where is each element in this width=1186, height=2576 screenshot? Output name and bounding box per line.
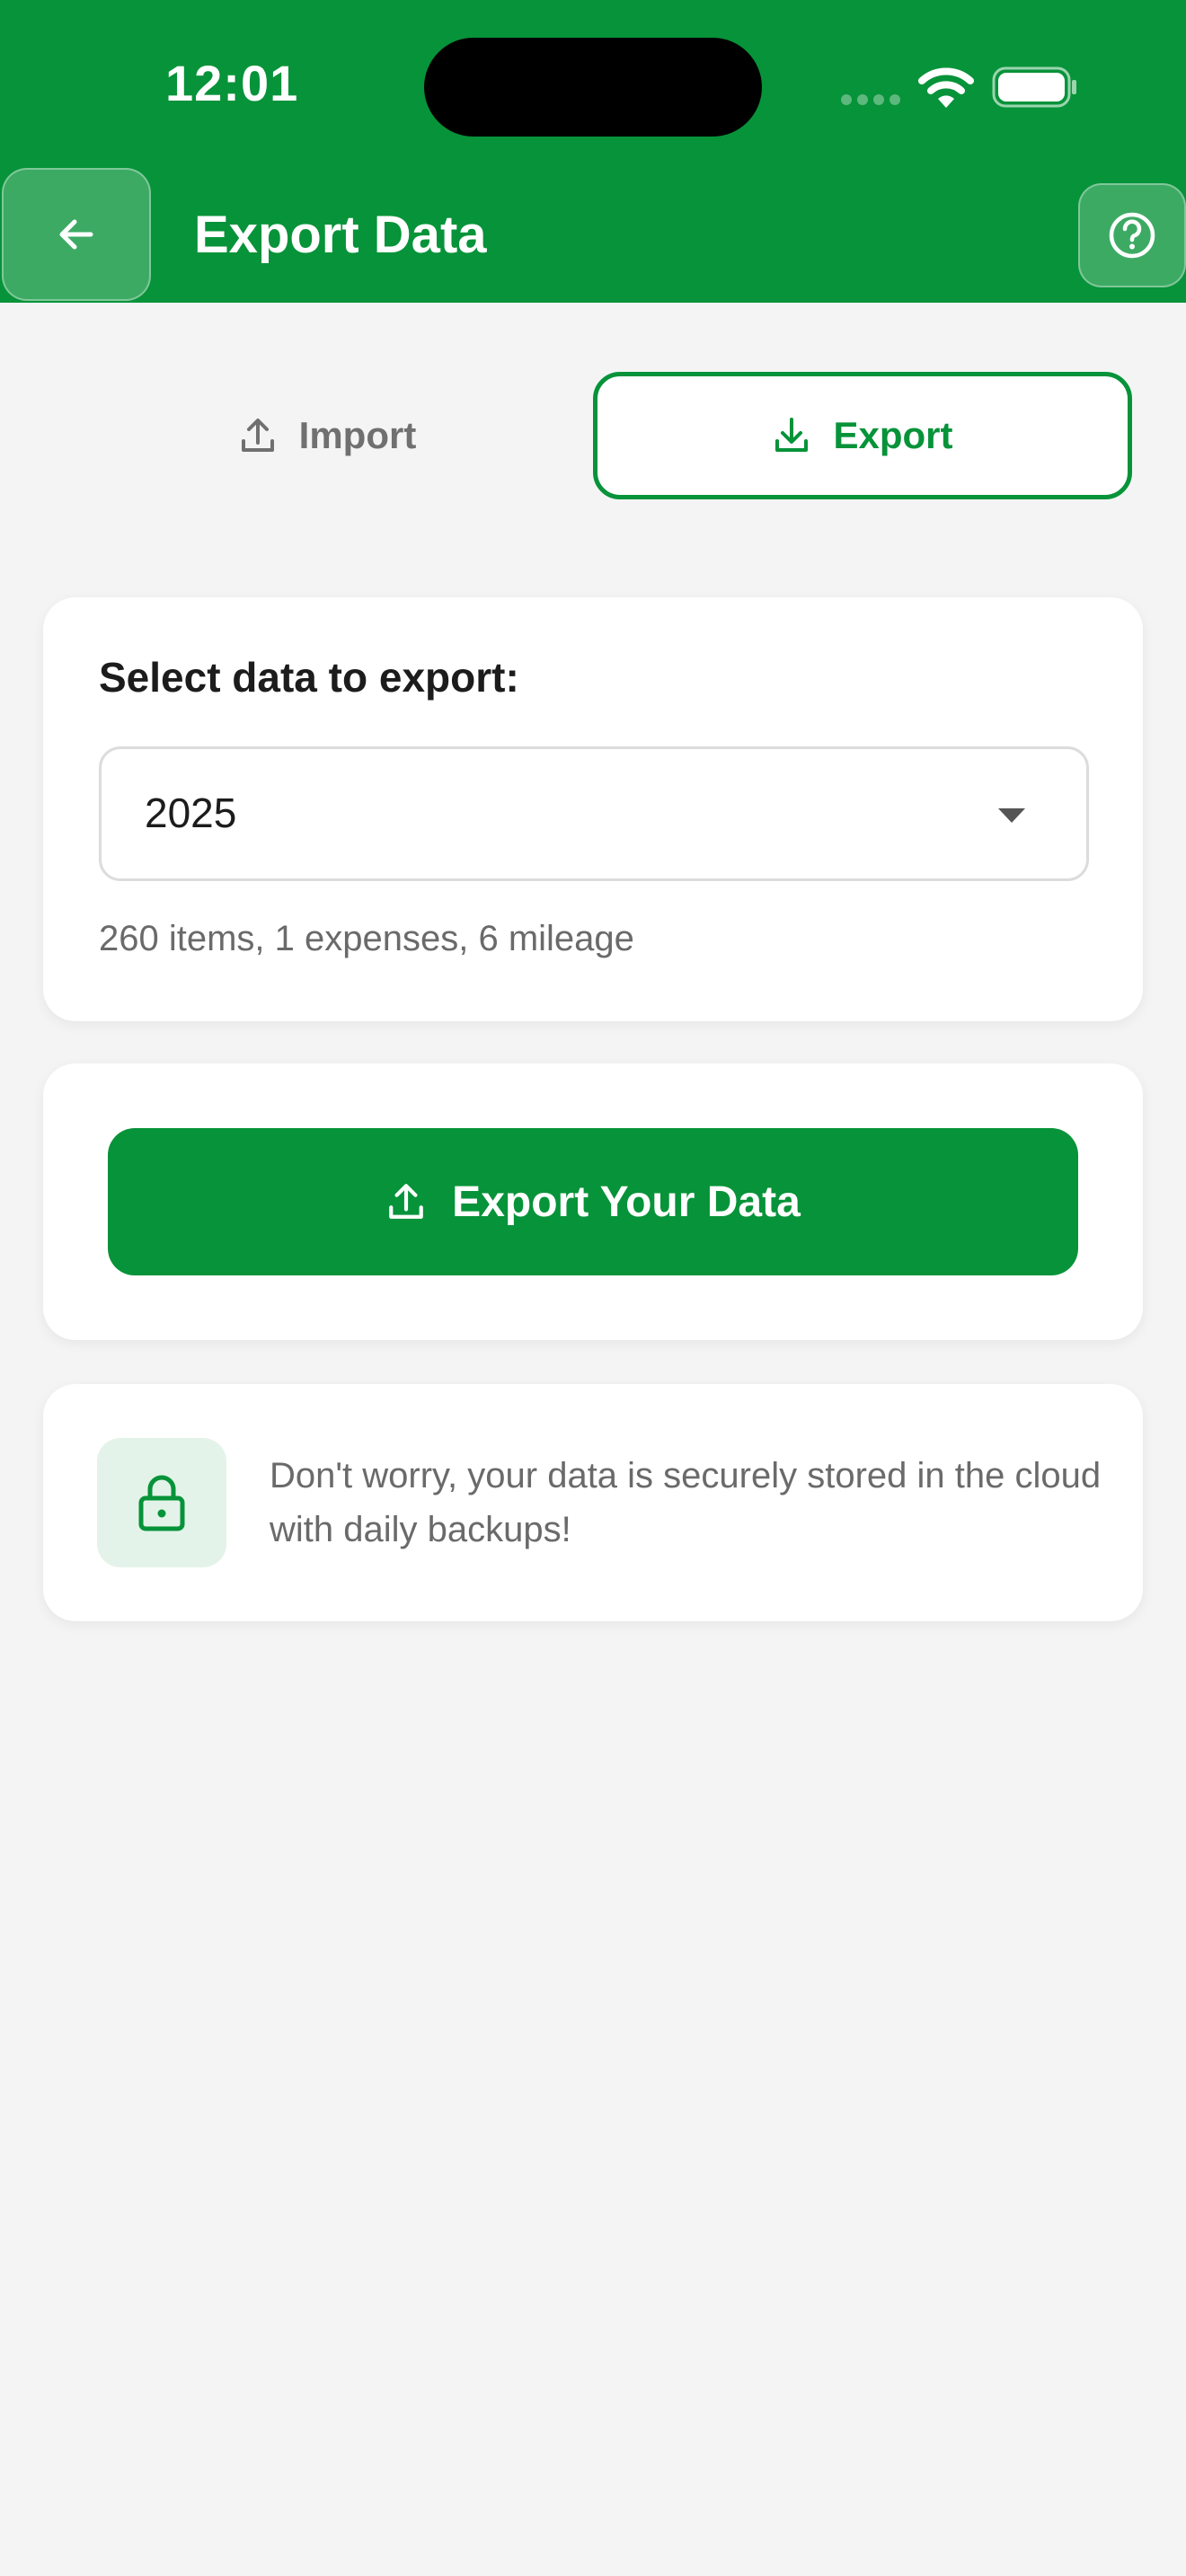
app-header: 12:01 Export Data [0,0,1186,303]
select-data-label: Select data to export: [99,654,519,701]
year-dropdown-value: 2025 [145,790,237,836]
page-title: Export Data [194,206,487,264]
data-summary: 260 items, 1 expenses, 6 mileage [99,919,634,958]
export-data-button[interactable]: Export Your Data [108,1128,1078,1275]
question-circle-icon [1109,212,1155,259]
lock-icon [138,1475,185,1531]
tab-import-label: Import [298,414,417,456]
arrow-left-icon [59,219,93,250]
export-data-button-label: Export Your Data [452,1178,801,1226]
upload-icon [241,419,274,452]
dynamic-island [424,38,762,137]
back-button[interactable] [2,168,151,301]
upload-icon [389,1184,423,1219]
security-info-card: Don't worry, your data is securely store… [43,1384,1143,1621]
wifi-icon [918,67,974,108]
security-info-text: Don't worry, your data is securely store… [270,1456,1102,1549]
help-button[interactable] [1078,183,1186,287]
lock-icon-tile [97,1438,226,1567]
tab-import[interactable]: Import [58,372,597,499]
export-action-card: Export Your Data [43,1063,1143,1340]
download-icon [775,418,809,452]
chevron-down-icon [998,808,1025,823]
battery-icon [992,66,1076,108]
status-time: 12:01 [165,55,299,111]
select-data-card: Select data to export: 2025 260 items, 1… [43,597,1143,1021]
tab-export-label: Export [833,414,953,456]
tab-export[interactable]: Export [593,372,1132,499]
cellular-signal-icon [841,94,900,105]
year-dropdown[interactable]: 2025 [99,746,1089,881]
